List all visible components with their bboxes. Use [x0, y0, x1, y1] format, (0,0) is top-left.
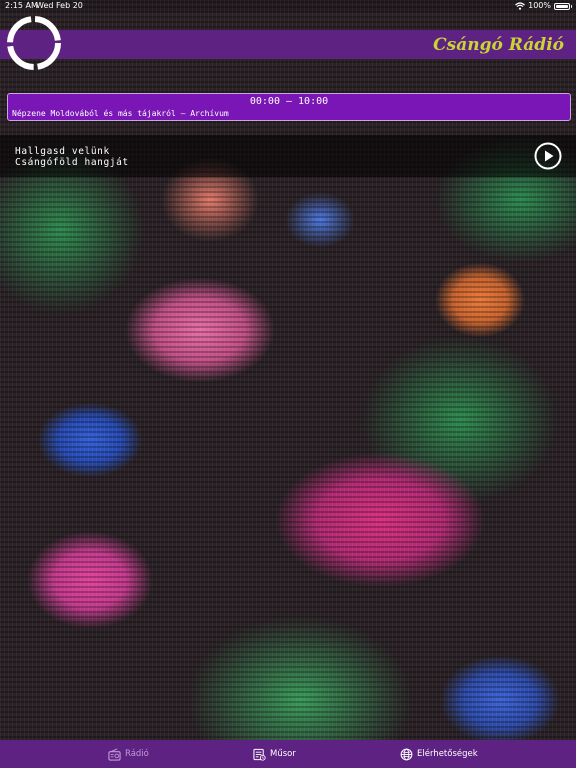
battery-icon: [554, 2, 572, 10]
tab-contacts-label: Elérhetőségek: [417, 749, 478, 759]
tab-schedule-label: Műsor: [270, 749, 296, 759]
app-title: Csángó Rádió: [433, 35, 564, 55]
battery-percent: 100%: [528, 1, 551, 10]
tab-schedule[interactable]: Műsor: [253, 740, 296, 768]
status-right: 100%: [515, 0, 572, 12]
tab-contacts[interactable]: Elérhetőségek: [400, 740, 478, 768]
tab-radio-label: Rádió: [125, 749, 149, 759]
tab-radio[interactable]: Rádió: [108, 740, 149, 768]
player-tagline-2: Csángóföld hangját: [15, 157, 129, 168]
program-time-range: 00:00 – 10:00: [249, 96, 329, 107]
radio-icon: [108, 747, 121, 761]
play-circle-icon[interactable]: [534, 142, 562, 170]
current-program-panel: 00:00 – 10:00 Népzene Moldovából és más …: [7, 93, 571, 121]
globe-icon: [400, 748, 413, 760]
status-date: Wed Feb 20: [36, 1, 83, 10]
wifi-icon: [515, 2, 526, 10]
status-time: 2:15 AM: [5, 1, 38, 10]
app-header: Csángó Rádió: [0, 30, 576, 59]
program-title: Népzene Moldovából és más tájakról – Arc…: [12, 109, 229, 118]
player-tagline-1: Hallgasd velünk: [15, 146, 110, 157]
schedule-icon: [253, 748, 266, 761]
status-bar: 2:15 AM Wed Feb 20 100%: [0, 0, 576, 12]
bottom-tab-bar: Rádió Műsor Elérhetőségek: [0, 740, 576, 768]
app-logo-ring-icon: [7, 16, 61, 70]
player-bar: Hallgasd velünk Csángóföld hangját: [0, 135, 576, 177]
